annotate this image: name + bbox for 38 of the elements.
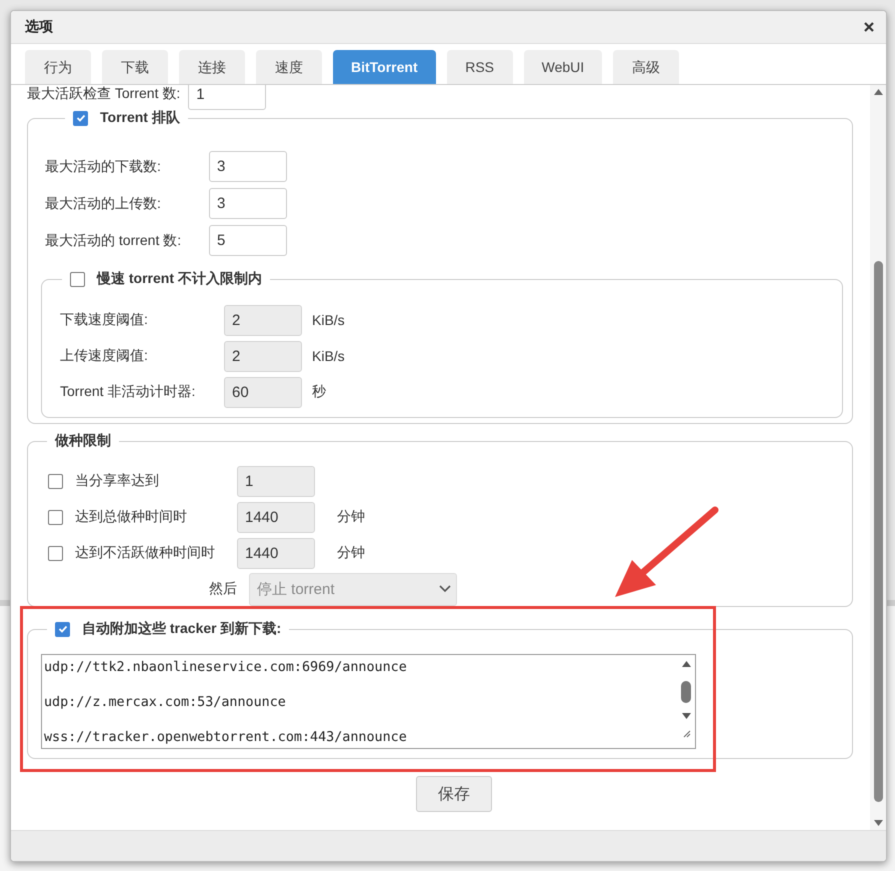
- text-line: udp://ttk2.nbaonlineservice.com:6969/announce: [44, 659, 408, 677]
- input-field[interactable]: 1: [188, 85, 266, 110]
- field-label: 然后: [208, 580, 237, 598]
- group-title: Torrent 排队: [100, 109, 180, 127]
- tab[interactable]: 高级: [613, 50, 680, 84]
- group-title: 自动附加这些 tracker 到新下载:: [82, 620, 282, 638]
- text-line: udp://z.mercax.com:53/announce: [44, 694, 287, 712]
- unit-label: 秒: [312, 383, 326, 401]
- tab[interactable]: BitTorrent: [333, 50, 436, 84]
- group-title: 做种限制: [55, 432, 111, 450]
- group-title: 慢速 torrent 不计入限制内: [97, 270, 262, 288]
- field-label: 最大活动的上传数:: [45, 194, 162, 212]
- input-field[interactable]: 5: [209, 225, 287, 256]
- text-line: wss://tracker.openwebtorrent.com:443/announce: [44, 729, 408, 747]
- tab[interactable]: 速度: [256, 50, 322, 84]
- tab[interactable]: 下载: [102, 50, 168, 84]
- field-label: 最大活动的下载数:: [45, 158, 162, 176]
- unit-label: 分钟: [337, 508, 365, 526]
- field-label: 下载速度阈值:: [60, 311, 149, 329]
- window-title: 选项: [25, 18, 53, 36]
- field-label: 最大活动的 torrent 数:: [45, 232, 182, 250]
- field-label: 当分享率达到: [75, 472, 160, 490]
- input-field[interactable]: 3: [209, 188, 287, 219]
- field-label: 最大活跃检查 Torrent 数:: [27, 85, 180, 103]
- field-label: 上传速度阈值:: [60, 347, 149, 365]
- save-button[interactable]: 保存: [416, 776, 492, 812]
- input-field[interactable]: 3: [209, 151, 287, 182]
- tab[interactable]: 行为: [25, 50, 91, 84]
- tab[interactable]: 连接: [179, 50, 245, 84]
- text-area[interactable]: udp://ttk2.nbaonlineservice.com:6969/announce udp://z.mercax.com:53/announce wss://tracker.openwebtorrent.com:443/announce: [41, 654, 696, 749]
- tab[interactable]: WebUI: [524, 50, 602, 84]
- field-label: Torrent 非活动计时器:: [60, 383, 196, 401]
- unit-label: 分钟: [337, 544, 365, 562]
- unit-label: KiB/s: [312, 348, 345, 364]
- unit-label: KiB/s: [312, 312, 345, 328]
- tab[interactable]: RSS: [446, 50, 513, 84]
- field-label: 达到总做种时间时: [75, 508, 188, 526]
- field-label: 达到不活跃做种时间时: [75, 544, 216, 562]
